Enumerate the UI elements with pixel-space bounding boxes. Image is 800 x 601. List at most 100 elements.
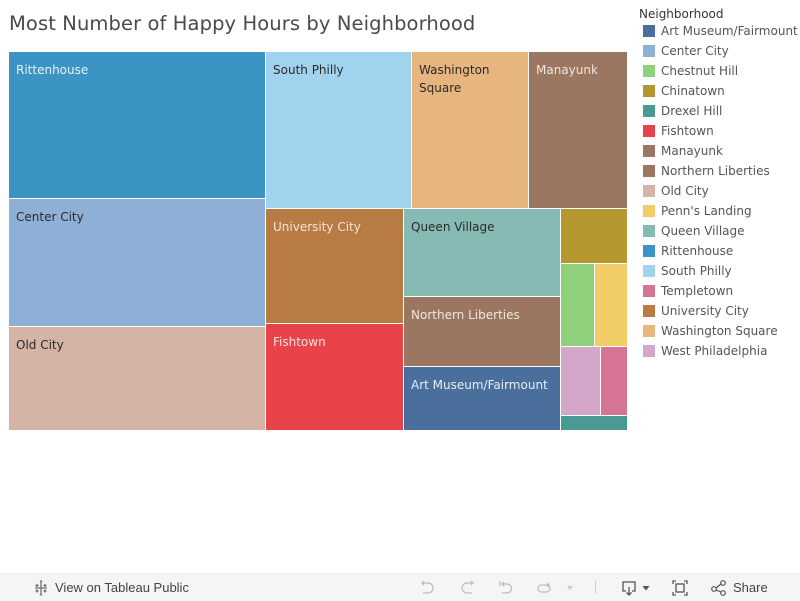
- treemap-cell[interactable]: Manayunk: [529, 52, 627, 208]
- legend-label: Chinatown: [661, 84, 725, 98]
- legend-swatch: [643, 45, 655, 57]
- legend-item[interactable]: Northern Liberties: [639, 162, 800, 182]
- treemap-cell[interactable]: Center City: [9, 199, 265, 326]
- legend-item[interactable]: Old City: [639, 182, 800, 202]
- fullscreen-icon: [671, 579, 689, 597]
- legend-item[interactable]: Chinatown: [639, 82, 800, 102]
- treemap-cell[interactable]: Old City: [9, 327, 265, 430]
- dropdown-caret-icon: [641, 583, 651, 593]
- treemap-cell-label: South Philly: [273, 63, 344, 77]
- legend-item[interactable]: Center City: [639, 42, 800, 62]
- legend-items: Art Museum/Fairmount Center City Chestnut …: [639, 22, 800, 362]
- treemap-cell-label: Art Museum/Fairmount: [411, 378, 548, 392]
- refresh-button[interactable]: [535, 574, 553, 601]
- legend-label: Chestnut Hill: [661, 64, 739, 78]
- dropdown-caret-icon: [565, 583, 575, 593]
- view-on-tableau-label: View on Tableau Public: [55, 580, 189, 595]
- download-icon: [620, 579, 638, 597]
- legend-label: University City: [661, 304, 749, 318]
- treemap-cell-label: Manayunk: [536, 63, 598, 77]
- legend-item[interactable]: Washington Square: [639, 322, 800, 342]
- treemap-cell[interactable]: Rittenhouse: [9, 52, 265, 198]
- treemap-cell[interactable]: [561, 416, 627, 430]
- treemap-cell-label: Old City: [16, 338, 64, 352]
- treemap-cell-label: Washington Square: [419, 63, 490, 95]
- legend-label: Penn's Landing: [661, 204, 752, 218]
- treemap: Rittenhouse Center City Old City South Phil…: [0, 0, 640, 440]
- toolbar-divider: [595, 580, 596, 594]
- treemap-cell-label: Center City: [16, 210, 84, 224]
- share-button[interactable]: Share: [710, 574, 768, 601]
- legend-item[interactable]: Fishtown: [639, 122, 800, 142]
- treemap-cell-label: Queen Village: [411, 220, 495, 234]
- share-label: Share: [733, 580, 768, 595]
- treemap-cell[interactable]: [561, 209, 627, 263]
- view-on-tableau-button[interactable]: View on Tableau Public: [33, 574, 189, 601]
- share-icon: [710, 579, 728, 597]
- legend-item[interactable]: Penn's Landing: [639, 202, 800, 222]
- legend-item[interactable]: Manayunk: [639, 142, 800, 162]
- legend-label: West Philadelphia: [661, 344, 768, 358]
- legend-title: Neighborhood: [639, 7, 724, 21]
- treemap-cell[interactable]: Queen Village: [404, 209, 560, 296]
- legend-item[interactable]: University City: [639, 302, 800, 322]
- legend-label: South Philly: [661, 264, 732, 278]
- legend-item[interactable]: West Philadelphia: [639, 342, 800, 362]
- legend-swatch: [643, 65, 655, 77]
- refresh-icon: [535, 579, 553, 597]
- legend-label: Rittenhouse: [661, 244, 734, 258]
- treemap-cell-label: Northern Liberties: [411, 308, 520, 322]
- treemap-cell-label: University City: [273, 220, 361, 234]
- treemap-cell[interactable]: Washington Square: [412, 52, 528, 208]
- treemap-cell[interactable]: [561, 264, 594, 346]
- legend-swatch: [643, 25, 655, 37]
- legend-item[interactable]: Art Museum/Fairmount: [639, 22, 800, 42]
- legend-label: Manayunk: [661, 144, 723, 158]
- legend-label: Queen Village: [661, 224, 745, 238]
- legend-item[interactable]: Drexel Hill: [639, 102, 800, 122]
- legend-item[interactable]: Templetown: [639, 282, 800, 302]
- legend-swatch: [643, 285, 655, 297]
- legend: Neighborhood Art Museum/Fairmount Center …: [639, 6, 800, 362]
- legend-label: Center City: [661, 44, 729, 58]
- legend-label: Northern Liberties: [661, 164, 770, 178]
- legend-swatch: [643, 245, 655, 257]
- legend-swatch: [643, 345, 655, 357]
- tableau-toolbar: View on Tableau Public Share: [0, 573, 800, 601]
- treemap-cell[interactable]: South Philly: [266, 52, 411, 208]
- redo-button[interactable]: [458, 574, 476, 601]
- legend-swatch: [643, 205, 655, 217]
- treemap-cell[interactable]: Art Museum/Fairmount: [404, 367, 560, 430]
- legend-label: Drexel Hill: [661, 104, 723, 118]
- fullscreen-button[interactable]: [671, 574, 689, 601]
- legend-item[interactable]: Chestnut Hill: [639, 62, 800, 82]
- legend-label: Templetown: [661, 284, 734, 298]
- refresh-options-dropdown[interactable]: [565, 574, 575, 601]
- legend-swatch: [643, 105, 655, 117]
- legend-swatch: [643, 85, 655, 97]
- undo-icon: [419, 579, 437, 597]
- treemap-cell[interactable]: Northern Liberties: [404, 297, 560, 366]
- legend-swatch: [643, 305, 655, 317]
- treemap-cell[interactable]: [561, 347, 600, 415]
- legend-label: Art Museum/Fairmount: [661, 24, 798, 38]
- treemap-cell[interactable]: [595, 264, 627, 346]
- legend-swatch: [643, 265, 655, 277]
- redo-icon: [458, 579, 476, 597]
- legend-item[interactable]: Rittenhouse: [639, 242, 800, 262]
- revert-button[interactable]: [497, 574, 515, 601]
- treemap-cell[interactable]: Fishtown: [266, 324, 403, 430]
- legend-item[interactable]: Queen Village: [639, 222, 800, 242]
- treemap-cell-label: Rittenhouse: [16, 63, 89, 77]
- legend-label: Washington Square: [661, 324, 778, 338]
- undo-button[interactable]: [419, 574, 437, 601]
- legend-swatch: [643, 165, 655, 177]
- legend-label: Fishtown: [661, 124, 714, 138]
- treemap-cell[interactable]: University City: [266, 209, 403, 323]
- tableau-logo-icon: [33, 580, 49, 596]
- treemap-cell[interactable]: [601, 347, 627, 415]
- download-button[interactable]: [620, 574, 651, 601]
- revert-icon: [497, 579, 515, 597]
- legend-item[interactable]: South Philly: [639, 262, 800, 282]
- legend-label: Old City: [661, 184, 709, 198]
